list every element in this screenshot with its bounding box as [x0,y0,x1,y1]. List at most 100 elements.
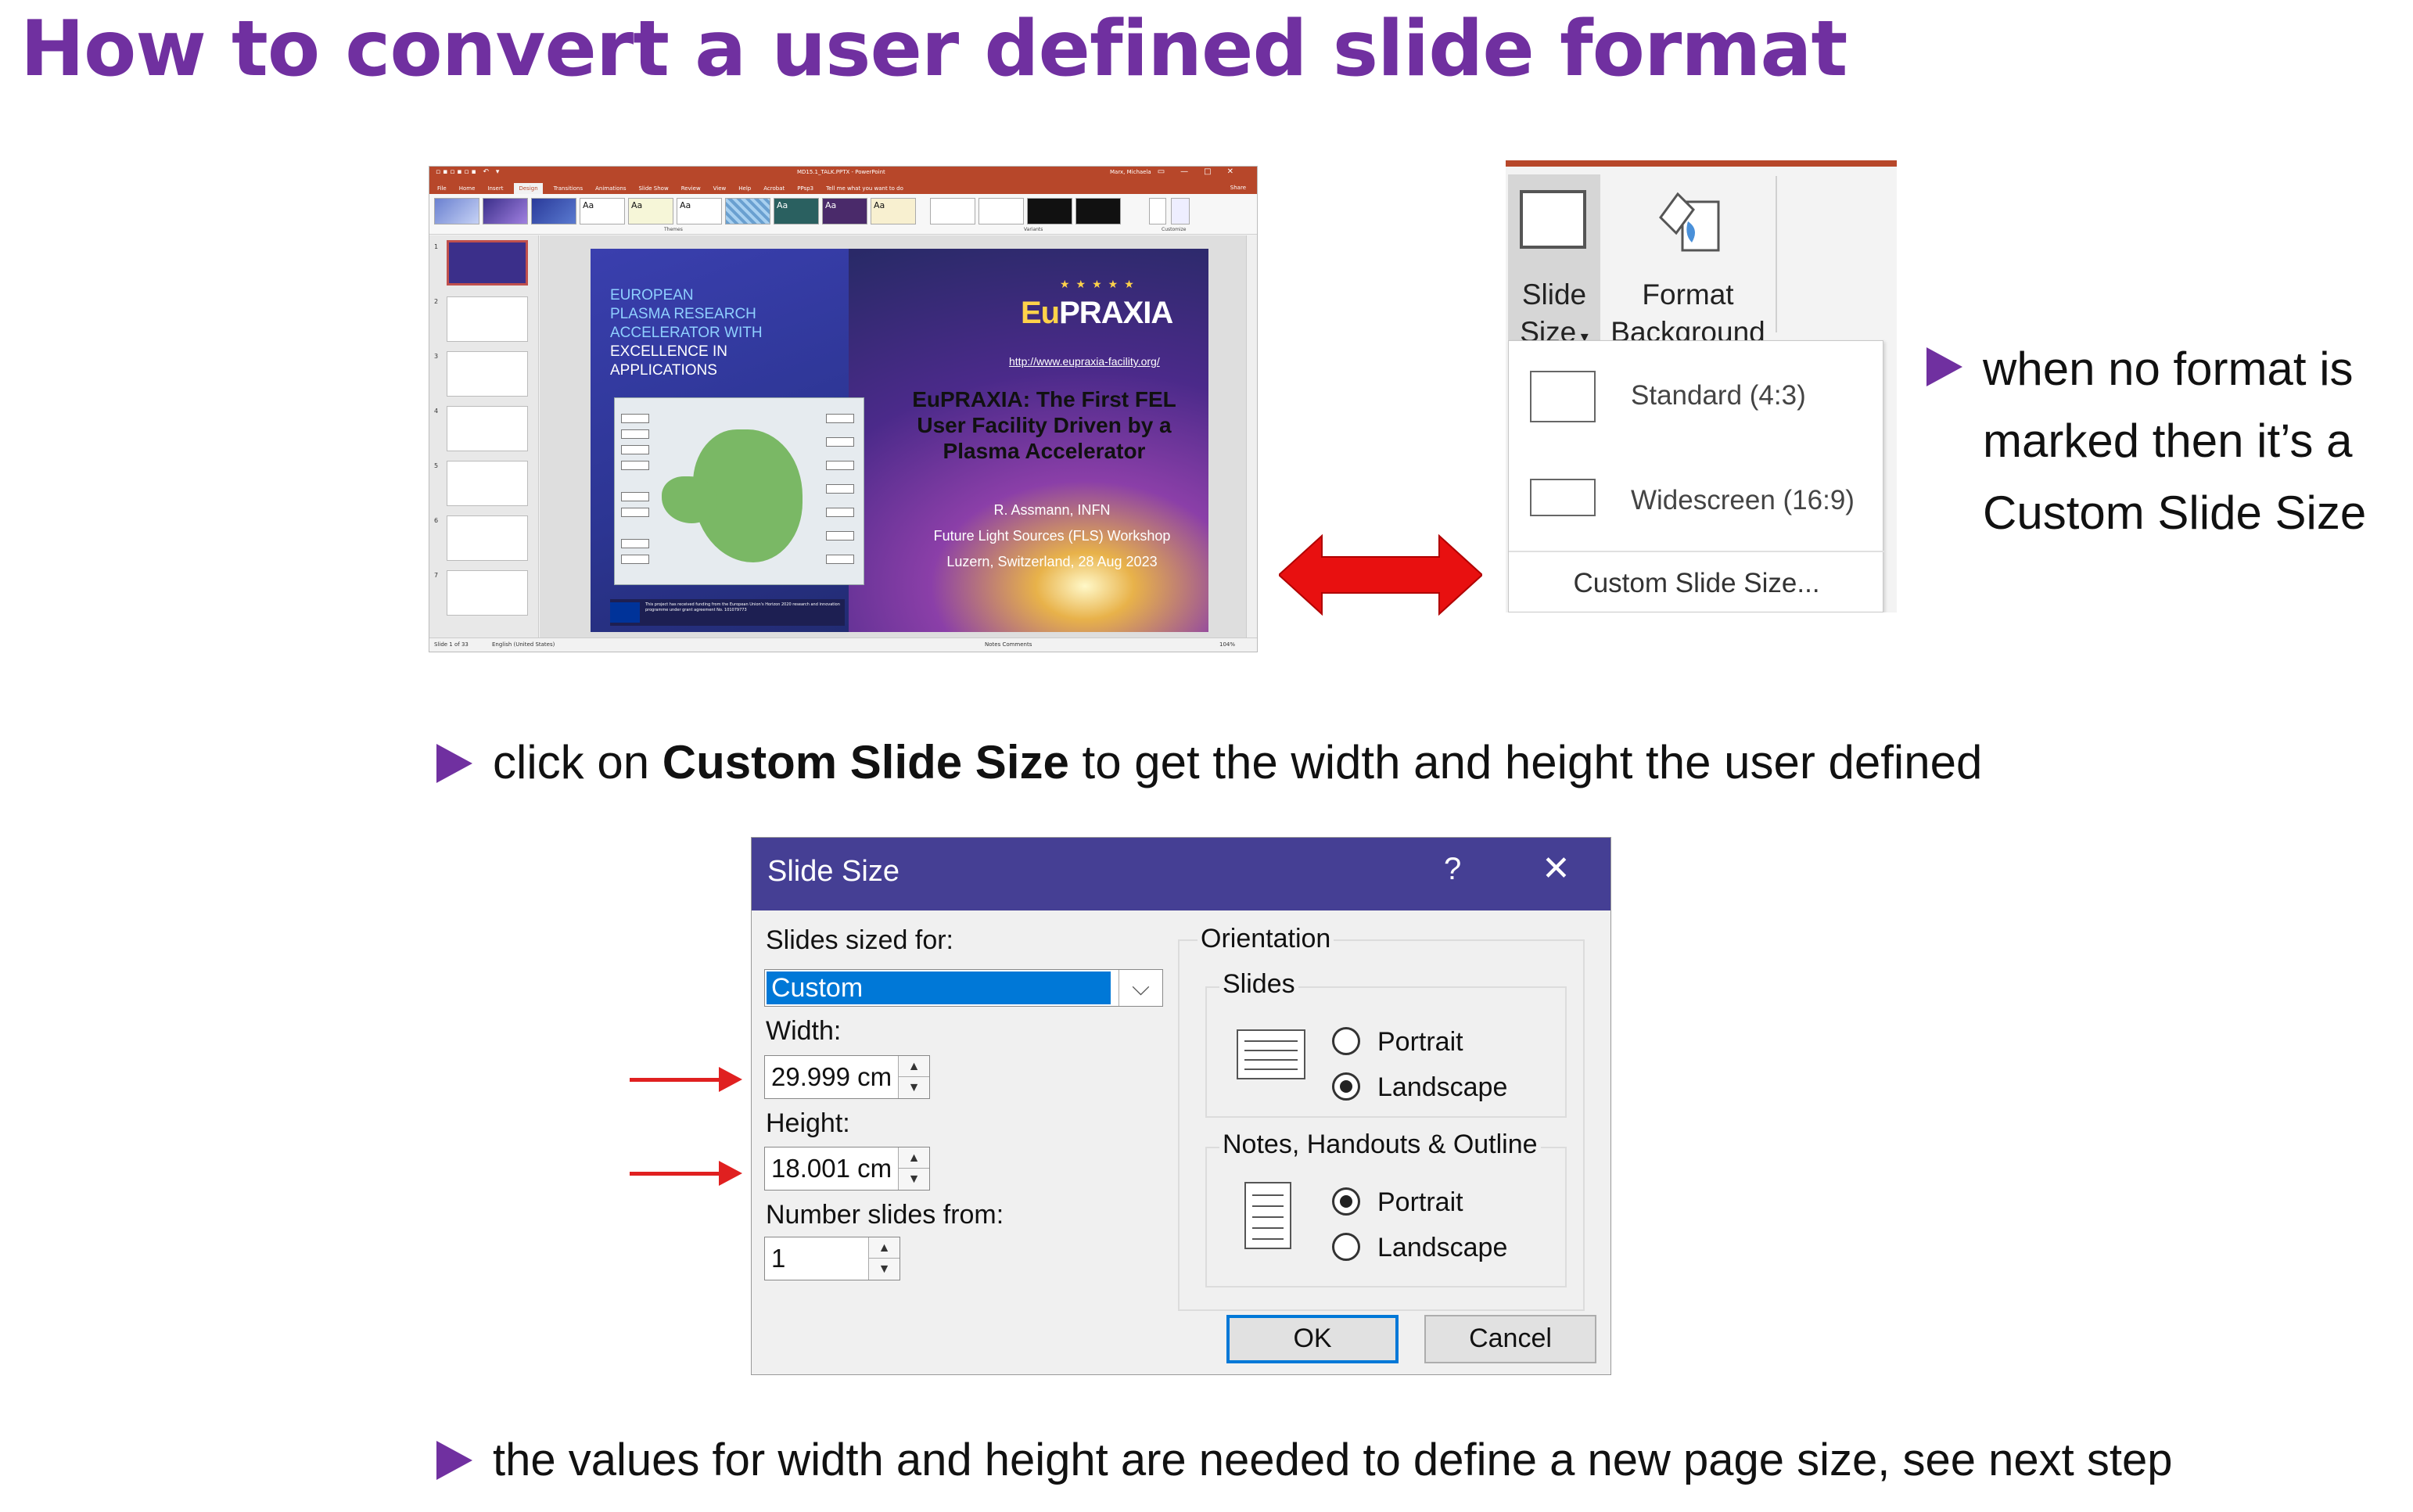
chevron-down-icon[interactable]: ⌵ [1119,970,1162,1006]
sized-for-value: Custom [767,971,1111,1004]
slide-thumbnail-selected[interactable] [447,240,528,286]
menu-item-custom-slide-size[interactable]: Custom Slide Size... [1509,568,1884,599]
zoom-level[interactable]: 104% [1219,641,1235,648]
theme-thumbnail[interactable]: Aa [774,198,819,224]
standard-aspect-icon [1530,371,1596,422]
variant-thumbnail[interactable] [1075,198,1121,224]
slides-portrait-radio[interactable] [1332,1027,1360,1055]
orientation-label: Orientation [1198,924,1334,954]
notes-comments-buttons[interactable]: Notes Comments [985,641,1032,648]
menu-item-widescreen[interactable]: Widescreen (16:9) [1509,446,1884,540]
group-label-themes: Themes [664,227,683,232]
tab-ppsp3[interactable]: PPsp3 [795,183,815,194]
theme-thumbnail[interactable] [531,198,576,224]
format-background-button[interactable]: Format Background [1606,174,1770,348]
window-controls-icon[interactable]: ▭—□✕ [1158,167,1249,176]
spin-up-icon[interactable]: ▲ [899,1147,929,1169]
spin-down-icon[interactable]: ▼ [899,1077,929,1098]
tab-help[interactable]: Help [737,183,752,194]
ppt-user-name: Marx, Michaela [1110,169,1151,175]
cancel-button[interactable]: Cancel [1424,1315,1596,1363]
notes-landscape-radio[interactable] [1332,1233,1360,1261]
theme-thumbnail[interactable]: Aa [822,198,867,224]
slide-counter: Slide 1 of 33 [434,641,469,648]
portrait-page-icon [1244,1182,1291,1249]
tab-insert[interactable]: Insert [486,183,505,194]
slide-size-dropdown-screenshot: Slide Size ▾ Format Background Standard … [1506,160,1897,612]
theme-thumbnail[interactable]: Aa [677,198,722,224]
dialog-title: Slide Size [767,855,899,888]
variant-thumbnail[interactable] [1027,198,1072,224]
slide-thumbnail[interactable] [447,296,528,342]
next-step-note: the values for width and height are need… [493,1435,2173,1485]
format-background-icon [1659,192,1720,252]
tab-review[interactable]: Review [680,183,702,194]
width-field[interactable]: 29.999 cm ▲ ▼ [764,1055,930,1099]
slides-landscape-radio[interactable] [1332,1072,1360,1101]
dialog-titlebar: Slide Size ? ✕ [752,838,1610,910]
menu-item-standard[interactable]: Standard (4:3) [1509,341,1884,435]
ok-button[interactable]: OK [1226,1315,1399,1363]
tab-animations[interactable]: Animations [594,183,627,194]
width-value: 29.999 cm [771,1062,892,1091]
slide-thumbnail[interactable] [447,351,528,397]
theme-thumbnail[interactable]: Aa [871,198,916,224]
variant-thumbnail[interactable] [930,198,975,224]
height-value: 18.001 cm [771,1154,892,1183]
tell-me-search[interactable]: Tell me what you want to do [824,183,905,194]
ppt-window-title: MD15.1_TALK.PPTX - PowerPoint [797,169,885,175]
sized-for-select[interactable]: Custom ⌵ [764,969,1163,1007]
tab-home[interactable]: Home [458,183,477,194]
slide-headline: EuPRAXIA: The First FEL User Facility Dr… [912,387,1176,463]
tab-acrobat[interactable]: Acrobat [762,183,786,194]
share-button[interactable]: Share [1230,185,1246,191]
variant-thumbnail[interactable] [978,198,1024,224]
spin-down-icon[interactable]: ▼ [899,1169,929,1190]
theme-thumbnail[interactable] [434,198,479,224]
slide-thumbnail[interactable] [447,406,528,451]
custom-size-note: when no format is marked then it’s a Cus… [1983,343,2367,539]
notes-landscape-label[interactable]: Landscape [1377,1233,1507,1263]
spin-down-icon[interactable]: ▼ [869,1259,899,1280]
close-icon[interactable]: ✕ [1542,849,1571,889]
theme-thumbnail[interactable]: Aa [628,198,673,224]
vertical-scrollbar[interactable] [1246,235,1257,638]
tab-design[interactable]: Design [514,183,543,194]
notes-portrait-label[interactable]: Portrait [1377,1187,1463,1218]
theme-thumbnail[interactable] [725,198,770,224]
slide-acronym-text: EUROPEAN PLASMA RESEARCH ACCELERATOR WIT… [610,287,763,379]
widescreen-aspect-icon [1530,479,1596,516]
title-slide[interactable]: EUROPEAN PLASMA RESEARCH ACCELERATOR WIT… [591,249,1208,632]
slide-thumbnail-pane[interactable]: 1 2 3 4 5 6 7 [429,235,539,638]
number-slides-field[interactable]: 1 ▲ ▼ [764,1237,900,1280]
spin-up-icon[interactable]: ▲ [899,1056,929,1077]
spin-up-icon[interactable]: ▲ [869,1237,899,1259]
slides-portrait-label[interactable]: Portrait [1377,1027,1463,1058]
slide-thumbnail[interactable] [447,461,528,506]
slide-size-icon[interactable] [1149,198,1166,224]
height-field[interactable]: 18.001 cm ▲ ▼ [764,1147,930,1191]
eupraxia-logo: EuPRAXIA [1021,296,1173,330]
bullet-triangle-icon [1926,347,1962,386]
notes-portrait-radio[interactable] [1332,1187,1360,1216]
format-background-icon[interactable] [1171,198,1190,224]
tab-transitions[interactable]: Transitions [552,183,585,194]
slide-size-button[interactable]: Slide Size ▾ [1508,174,1600,348]
slide-size-menu: Standard (4:3) Widescreen (16:9) Custom … [1508,340,1884,612]
eu-funding-text: This project has received funding from t… [645,602,840,612]
slide-url-link[interactable]: http://www.eupraxia-facility.org/ [1009,355,1160,368]
slide-size-icon [1520,190,1586,249]
theme-thumbnail[interactable] [483,198,528,224]
theme-thumbnail[interactable]: Aa [580,198,625,224]
language-indicator[interactable]: English (United States) [492,641,555,648]
group-label-customize: Customize [1162,227,1187,232]
slide-thumbnail[interactable] [447,515,528,561]
tab-view[interactable]: View [712,183,728,194]
tab-slide-show[interactable]: Slide Show [637,183,670,194]
tab-file[interactable]: File [436,183,448,194]
logo-stars-icon: ★★★★★ [1060,278,1140,291]
quick-access-toolbar-icons[interactable]: ▫▪▫▪▫▪ ↶ ▾ [436,168,501,176]
help-icon[interactable]: ? [1444,852,1461,887]
slide-thumbnail[interactable] [447,570,528,616]
slides-landscape-label[interactable]: Landscape [1377,1072,1507,1103]
